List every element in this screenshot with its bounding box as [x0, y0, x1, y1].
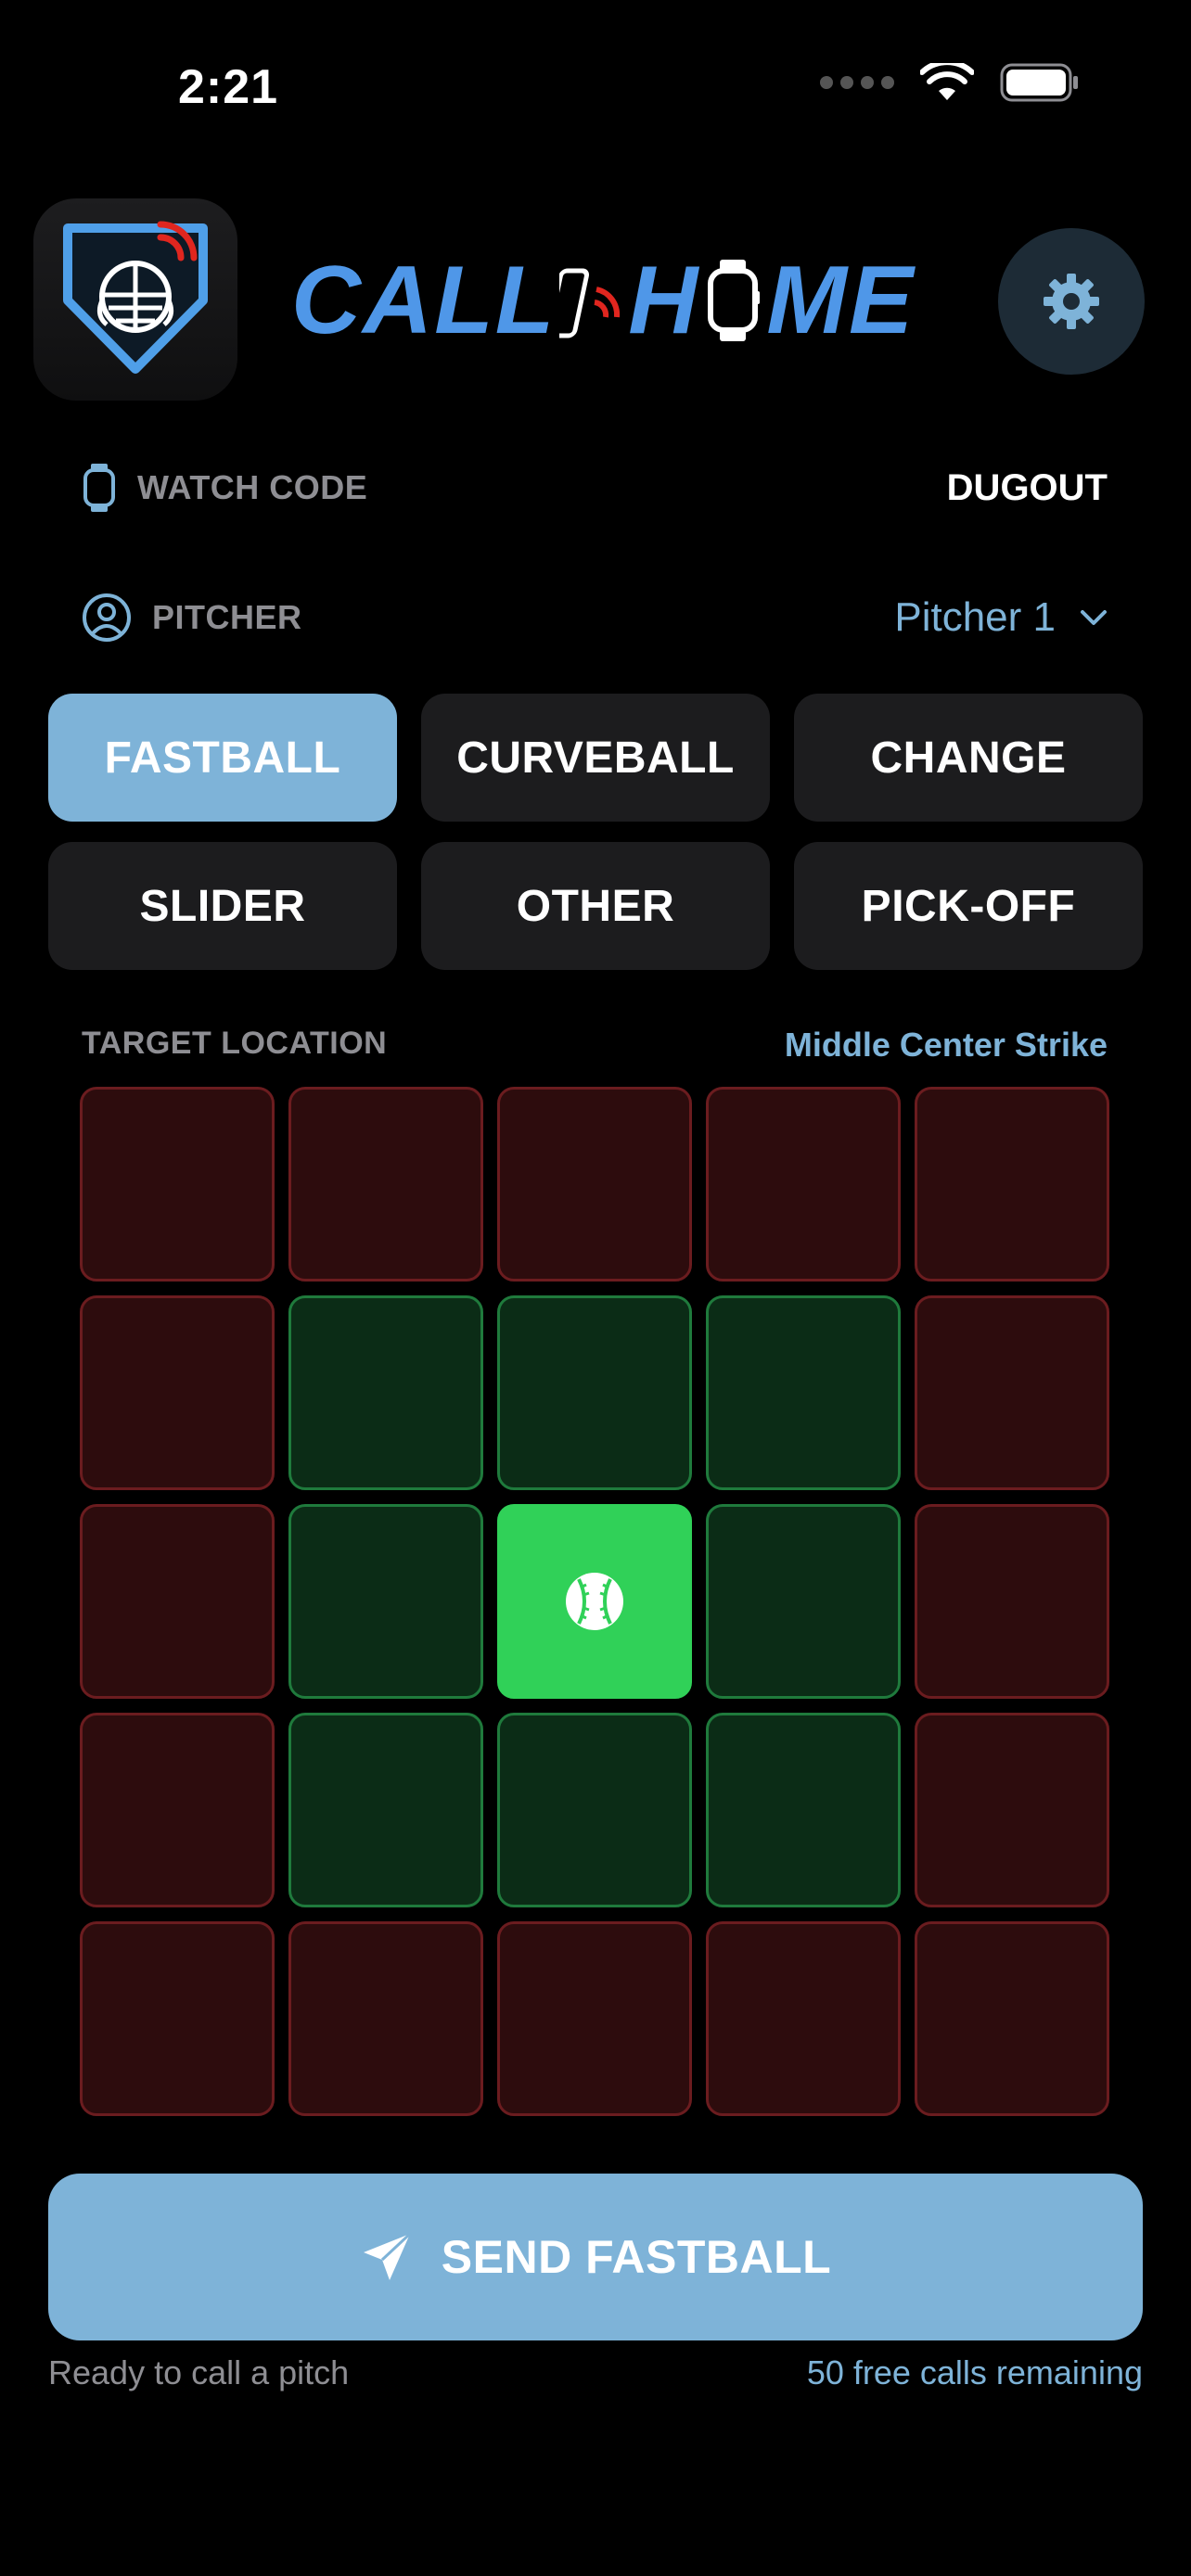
- watch-icon: [708, 260, 761, 341]
- watch-icon: [83, 464, 115, 512]
- brand-part-h: H: [628, 246, 700, 354]
- zone-cell-r1-c2[interactable]: [288, 1087, 483, 1282]
- chevron-down-icon: [1081, 610, 1107, 625]
- gear-icon: [1044, 274, 1099, 329]
- zone-cell-r4-c1[interactable]: [80, 1713, 275, 1907]
- zone-cell-r2-c5[interactable]: [915, 1295, 1109, 1490]
- pitch-button-slider[interactable]: SLIDER: [48, 842, 397, 970]
- send-pitch-button[interactable]: SEND FASTBALL: [48, 2174, 1143, 2340]
- zone-cell-r3-c4[interactable]: [706, 1504, 901, 1699]
- watch-code-value[interactable]: DUGOUT: [947, 467, 1108, 509]
- watch-code-label: WATCH CODE: [137, 468, 368, 506]
- app-icon: [33, 198, 237, 401]
- zone-cell-r2-c3[interactable]: [497, 1295, 692, 1490]
- cellular-signal-icon: [820, 76, 894, 89]
- zone-cell-r5-c5[interactable]: [915, 1921, 1109, 2116]
- zone-cell-r3-c3[interactable]: [497, 1504, 692, 1699]
- zone-cell-r1-c3[interactable]: [497, 1087, 692, 1282]
- wifi-icon: [920, 63, 974, 100]
- phone-signal-icon: [559, 268, 621, 338]
- status-message: Ready to call a pitch: [48, 2353, 350, 2391]
- pitch-button-change[interactable]: CHANGE: [794, 694, 1143, 822]
- brand-wordmark: CALL H ME: [291, 247, 915, 354]
- screen: 2:21 CALL H ME WATCH CODE DUGOUT PITCHER…: [0, 0, 1191, 2576]
- brand-part-me: ME: [766, 246, 916, 354]
- person-circle-icon: [83, 593, 131, 642]
- zone-cell-r1-c5[interactable]: [915, 1087, 1109, 1282]
- status-time: 2:21: [178, 60, 279, 114]
- battery-icon: [1000, 63, 1078, 102]
- settings-button[interactable]: [998, 228, 1145, 375]
- pitch-type-grid: FASTBALL CURVEBALL CHANGE SLIDER OTHER P…: [48, 694, 1143, 970]
- pitcher-value: Pitcher 1: [894, 594, 1056, 640]
- baseball-icon: [566, 1573, 623, 1630]
- free-calls-remaining: 50 free calls remaining: [806, 2353, 1143, 2391]
- zone-cell-r1-c1[interactable]: [80, 1087, 275, 1282]
- zone-cell-r4-c2[interactable]: [288, 1713, 483, 1907]
- zone-cell-r4-c3[interactable]: [497, 1713, 692, 1907]
- zone-cell-r3-c2[interactable]: [288, 1504, 483, 1699]
- watch-code-row[interactable]: WATCH CODE DUGOUT: [82, 460, 1108, 516]
- send-pitch-label: SEND FASTBALL: [441, 2231, 832, 2283]
- zone-cell-r3-c1[interactable]: [80, 1504, 275, 1699]
- paper-plane-icon: [363, 2232, 411, 2280]
- zone-cell-r1-c4[interactable]: [706, 1087, 901, 1282]
- zone-cell-r4-c5[interactable]: [915, 1713, 1109, 1907]
- pitcher-label: PITCHER: [152, 598, 302, 636]
- pitcher-selector[interactable]: Pitcher 1: [894, 594, 1108, 641]
- zone-cell-r2-c1[interactable]: [80, 1295, 275, 1490]
- pitch-button-pick-off[interactable]: PICK-OFF: [794, 842, 1143, 970]
- status-icons: [820, 63, 1080, 102]
- zone-cell-r5-c3[interactable]: [497, 1921, 692, 2116]
- zone-cell-r2-c2[interactable]: [288, 1295, 483, 1490]
- zone-cell-r5-c2[interactable]: [288, 1921, 483, 2116]
- zone-cell-r2-c4[interactable]: [706, 1295, 901, 1490]
- pitch-button-fastball[interactable]: FASTBALL: [48, 694, 397, 822]
- zone-cell-r5-c1[interactable]: [80, 1921, 275, 2116]
- pitch-button-curveball[interactable]: CURVEBALL: [421, 694, 770, 822]
- target-location-value: Middle Center Strike: [784, 1026, 1108, 1064]
- zone-cell-r3-c5[interactable]: [915, 1504, 1109, 1699]
- catcher-mask-icon: [63, 221, 208, 374]
- strike-zone-grid: [80, 1087, 1109, 2116]
- target-location-label: TARGET LOCATION: [82, 1026, 388, 1061]
- brand-part-call: CALL: [291, 246, 557, 354]
- pitcher-row[interactable]: PITCHER Pitcher 1: [82, 590, 1108, 645]
- zone-cell-r4-c4[interactable]: [706, 1713, 901, 1907]
- pitch-button-other[interactable]: OTHER: [421, 842, 770, 970]
- zone-cell-r5-c4[interactable]: [706, 1921, 901, 2116]
